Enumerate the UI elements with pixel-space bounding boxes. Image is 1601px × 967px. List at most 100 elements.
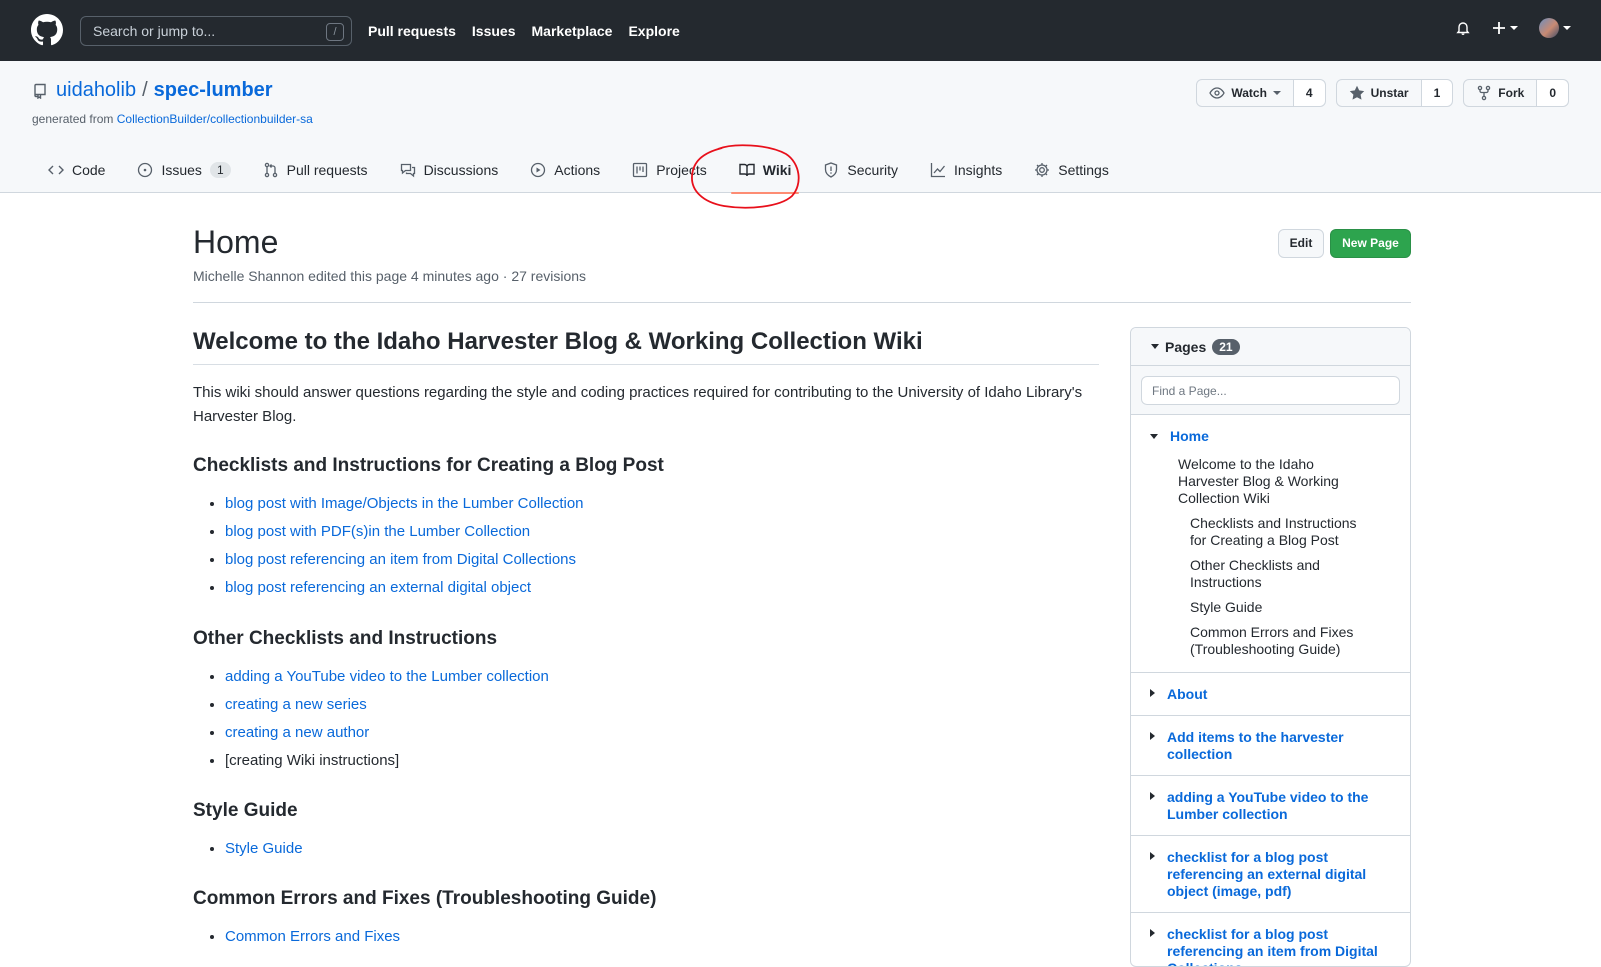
section-heading: Checklists and Instructions for Creating… bbox=[193, 455, 664, 476]
nav-issues[interactable]: Issues bbox=[472, 23, 516, 39]
wiki-link[interactable]: adding a YouTube video to the Lumber col… bbox=[225, 668, 549, 685]
find-page-input[interactable] bbox=[1141, 376, 1400, 405]
template-repo-link[interactable]: CollectionBuilder/collectionbuilder-sa bbox=[117, 112, 313, 126]
fork-button-group: Fork 0 bbox=[1463, 79, 1569, 107]
wiki-content: Welcome to the Idaho Harvester Blog & Wo… bbox=[193, 326, 1099, 945]
wiki-link[interactable]: creating a new author bbox=[225, 724, 369, 741]
toc-item[interactable]: Common Errors and Fixes (Troubleshooting… bbox=[1131, 624, 1410, 658]
sidebar-item-checklist-external: checklist for a blog post referencing an… bbox=[1131, 836, 1410, 913]
list-item: blog post referencing an item from Digit… bbox=[225, 546, 584, 574]
toc-item[interactable]: Welcome to the Idaho Harvester Blog & Wo… bbox=[1131, 456, 1410, 507]
issue-icon bbox=[138, 162, 153, 178]
fork-count[interactable]: 0 bbox=[1537, 80, 1568, 106]
toc-item[interactable]: Other Checklists and Instructions bbox=[1131, 557, 1410, 591]
star-count[interactable]: 1 bbox=[1421, 80, 1453, 106]
nav-pull-requests[interactable]: Pull requests bbox=[368, 23, 456, 39]
section-heading: Style Guide bbox=[193, 800, 298, 821]
repo-icon bbox=[34, 83, 46, 99]
tab-code[interactable]: Code bbox=[32, 147, 121, 193]
global-search-input[interactable]: Search or jump to... / bbox=[80, 16, 352, 46]
tab-wiki[interactable]: Wiki bbox=[723, 147, 808, 194]
new-page-button[interactable]: New Page bbox=[1330, 229, 1411, 258]
wiki-pages-sidebar: Pages 21 Home Welcome to the Idaho Harve… bbox=[1130, 327, 1411, 967]
divider bbox=[193, 302, 1411, 303]
tab-security[interactable]: Security bbox=[807, 147, 914, 193]
section-list: adding a YouTube video to the Lumber col… bbox=[193, 663, 549, 775]
chevron-right-icon[interactable] bbox=[1150, 689, 1155, 697]
search-shortcut-key: / bbox=[326, 23, 344, 41]
sidebar-link[interactable]: Add items to the harvester collection bbox=[1167, 729, 1386, 763]
sidebar-link[interactable]: Home bbox=[1170, 428, 1209, 445]
toc-item[interactable]: Style Guide bbox=[1131, 599, 1410, 616]
generated-from: generated from CollectionBuilder/collect… bbox=[32, 112, 313, 126]
wiki-link[interactable]: blog post referencing an external digita… bbox=[225, 579, 531, 596]
shield-icon bbox=[825, 162, 838, 178]
github-logo-icon[interactable] bbox=[31, 14, 63, 46]
wiki-link[interactable]: Common Errors and Fixes bbox=[225, 928, 400, 945]
pages-toggle[interactable]: Pages 21 bbox=[1131, 328, 1410, 366]
chevron-right-icon[interactable] bbox=[1150, 732, 1155, 740]
wiki-link[interactable]: Style Guide bbox=[225, 840, 303, 857]
repo-tabs: Code Issues 1 Pull requests Discussions … bbox=[32, 147, 1125, 194]
chevron-down-icon bbox=[1272, 91, 1281, 95]
wiki-link[interactable]: creating a new series bbox=[225, 696, 367, 713]
watch-button-group: Watch 4 bbox=[1196, 79, 1326, 107]
sidebar-item-youtube: adding a YouTube video to the Lumber col… bbox=[1131, 776, 1410, 836]
create-new-dropdown[interactable] bbox=[1489, 18, 1521, 38]
fork-button[interactable]: Fork bbox=[1464, 80, 1538, 106]
global-header: Search or jump to... / Pull requests Iss… bbox=[0, 0, 1601, 61]
bell-icon[interactable] bbox=[1453, 18, 1473, 38]
play-icon bbox=[531, 162, 546, 178]
tab-discussions[interactable]: Discussions bbox=[384, 147, 515, 193]
list-item: adding a YouTube video to the Lumber col… bbox=[225, 663, 549, 691]
tab-actions[interactable]: Actions bbox=[514, 147, 616, 193]
chevron-down-icon bbox=[1510, 26, 1518, 30]
tab-settings[interactable]: Settings bbox=[1018, 147, 1125, 193]
toc-item[interactable]: Checklists and Instructions for Creating… bbox=[1131, 515, 1410, 549]
issues-counter: 1 bbox=[209, 162, 231, 178]
wiki-link[interactable]: blog post with PDF(s)in the Lumber Colle… bbox=[225, 523, 530, 540]
wiki-link[interactable]: blog post with Image/Objects in the Lumb… bbox=[225, 495, 584, 512]
unstar-button[interactable]: Unstar bbox=[1337, 80, 1422, 106]
tab-pull-requests[interactable]: Pull requests bbox=[247, 147, 384, 193]
repo-actions: Watch 4 Unstar 1 Fork 0 bbox=[1196, 79, 1569, 107]
chevron-right-icon[interactable] bbox=[1150, 852, 1155, 860]
sidebar-item-add-items: Add items to the harvester collection bbox=[1131, 716, 1410, 776]
watch-count[interactable]: 4 bbox=[1293, 80, 1325, 106]
fork-icon bbox=[1478, 85, 1491, 101]
chevron-down-icon bbox=[1563, 26, 1571, 30]
repo-name-link[interactable]: spec-lumber bbox=[154, 79, 273, 102]
watch-button[interactable]: Watch bbox=[1197, 80, 1294, 106]
section-heading: Other Checklists and Instructions bbox=[193, 628, 498, 649]
list-text: [creating Wiki instructions] bbox=[225, 752, 400, 769]
list-item: Style Guide bbox=[225, 835, 303, 863]
chevron-right-icon[interactable] bbox=[1150, 792, 1155, 800]
eye-icon bbox=[1209, 87, 1226, 99]
section-list: blog post with Image/Objects in the Lumb… bbox=[193, 490, 584, 602]
user-menu[interactable] bbox=[1537, 18, 1573, 38]
plus-icon bbox=[1493, 22, 1505, 34]
page-revision-meta[interactable]: Michelle Shannon edited this page 4 minu… bbox=[193, 268, 586, 284]
tab-issues[interactable]: Issues 1 bbox=[121, 147, 246, 193]
sidebar-link[interactable]: adding a YouTube video to the Lumber col… bbox=[1167, 789, 1386, 823]
list-item: blog post with PDF(s)in the Lumber Colle… bbox=[225, 518, 584, 546]
book-icon bbox=[739, 163, 755, 177]
nav-explore[interactable]: Explore bbox=[628, 23, 679, 39]
chevron-right-icon[interactable] bbox=[1150, 929, 1155, 937]
tab-insights[interactable]: Insights bbox=[914, 147, 1018, 193]
graph-icon bbox=[930, 163, 946, 178]
repo-title: uidaholib / spec-lumber bbox=[32, 79, 273, 102]
wiki-link[interactable]: blog post referencing an item from Digit… bbox=[225, 551, 576, 568]
pages-counter: 21 bbox=[1212, 338, 1240, 355]
tab-projects[interactable]: Projects bbox=[616, 147, 723, 193]
content-heading: Welcome to the Idaho Harvester Blog & Wo… bbox=[193, 326, 1099, 365]
sidebar-item-about: About bbox=[1131, 673, 1410, 716]
sidebar-link[interactable]: About bbox=[1167, 686, 1207, 703]
repo-owner-link[interactable]: uidaholib bbox=[56, 79, 136, 102]
list-item: blog post with Image/Objects in the Lumb… bbox=[225, 490, 584, 518]
edit-button[interactable]: Edit bbox=[1278, 229, 1324, 258]
chevron-down-icon[interactable] bbox=[1150, 434, 1158, 439]
sidebar-link[interactable]: checklist for a blog post referencing an… bbox=[1167, 849, 1398, 900]
nav-marketplace[interactable]: Marketplace bbox=[532, 23, 613, 39]
list-item: [creating Wiki instructions] bbox=[225, 747, 549, 775]
